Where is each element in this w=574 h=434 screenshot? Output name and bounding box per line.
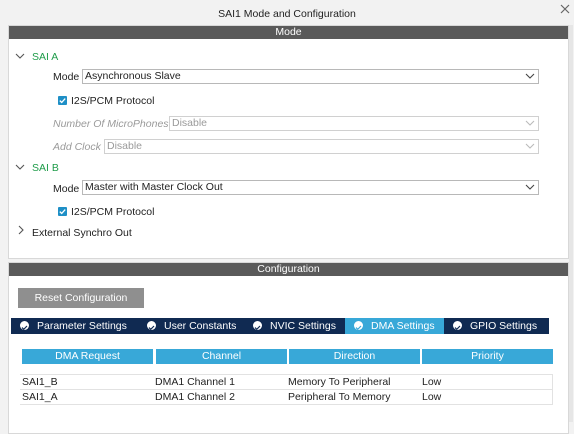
column-header-channel[interactable]: Channel <box>156 349 287 364</box>
close-icon[interactable] <box>560 4 570 14</box>
cell-channel: DMA1 Channel 2 <box>155 391 235 403</box>
chevron-down-icon <box>525 184 535 190</box>
tab-label: Parameter Settings <box>37 320 127 332</box>
sai-b-label[interactable]: SAI B <box>32 162 59 174</box>
column-header-priority[interactable]: Priority <box>422 349 553 364</box>
cell-direction: Peripheral To Memory <box>288 391 391 403</box>
sai-a-mode-label: Mode <box>53 71 80 83</box>
sai-a-label[interactable]: SAI A <box>32 51 58 63</box>
table-border-right <box>552 374 553 405</box>
check-circle-icon <box>253 321 262 331</box>
scrollbar[interactable] <box>569 25 573 422</box>
reset-configuration-button[interactable]: Reset Configuration <box>18 288 144 308</box>
check-circle-icon <box>20 321 29 331</box>
chevron-down-icon[interactable] <box>15 51 25 61</box>
sai-b-mode-select[interactable]: Master with Master Clock Out <box>82 180 539 195</box>
sai-a-mics-select[interactable]: Disable <box>169 116 539 131</box>
chevron-down-icon <box>525 120 535 126</box>
chevron-down-icon <box>525 73 535 79</box>
table-row[interactable]: SAI1_A DMA1 Channel 2 Peripheral To Memo… <box>20 390 553 404</box>
sai-b-i2s-checkbox[interactable] <box>58 207 67 216</box>
mode-header: Mode <box>9 26 568 39</box>
tab-dma-settings[interactable]: DMA Settings <box>345 318 444 334</box>
tab-label: DMA Settings <box>371 320 435 332</box>
check-circle-icon <box>453 321 462 331</box>
table-divider <box>20 404 553 405</box>
cell-dma-request: SAI1_A <box>22 391 58 403</box>
tab-label: GPIO Settings <box>470 320 538 332</box>
cell-dma-request: SAI1_B <box>22 376 58 388</box>
sai-a-i2s-label: I2S/PCM Protocol <box>71 95 155 107</box>
tab-gpio-settings[interactable]: GPIO Settings <box>444 318 549 334</box>
table-row[interactable]: SAI1_B DMA1 Channel 1 Memory To Peripher… <box>20 375 553 389</box>
sai-a-i2s-checkbox[interactable] <box>58 96 67 105</box>
tab-label: NVIC Settings <box>270 320 336 332</box>
column-header-direction[interactable]: Direction <box>289 349 420 364</box>
tab-nvic-settings[interactable]: NVIC Settings <box>244 318 345 334</box>
sai-a-mode-value: Asynchronous Slave <box>85 70 181 82</box>
sai-a-mics-value: Disable <box>172 117 208 129</box>
sai-a-clock-label: Add Clock <box>53 141 101 153</box>
tab-parameter-settings[interactable]: Parameter Settings <box>11 318 138 334</box>
mode-panel: Mode SAI A Mode Asynchronous Slave I2S/P… <box>8 25 569 259</box>
sai-a-clock-select[interactable]: Disable <box>104 139 539 154</box>
cell-priority: Low <box>422 391 442 403</box>
ext-sync-label[interactable]: External Synchro Out <box>32 227 132 239</box>
tab-user-constants[interactable]: User Constants <box>138 318 244 334</box>
sai-b-mode-value: Master with Master Clock Out <box>85 181 223 193</box>
check-circle-icon <box>147 321 156 331</box>
cell-direction: Memory To Peripheral <box>288 376 391 388</box>
configuration-header: Configuration <box>9 263 568 276</box>
sai-a-mics-label: Number Of MicroPhones <box>53 118 169 130</box>
sai-b-mode-label: Mode <box>53 183 80 195</box>
tab-label: User Constants <box>164 320 237 332</box>
sai-b-i2s-label: I2S/PCM Protocol <box>71 206 155 218</box>
window-title: SAI1 Mode and Configuration <box>218 8 356 20</box>
configuration-panel: Configuration Reset Configuration Parame… <box>8 262 569 434</box>
cell-priority: Low <box>422 376 442 388</box>
sai-a-mode-select[interactable]: Asynchronous Slave <box>82 69 539 84</box>
cell-channel: DMA1 Channel 1 <box>155 376 235 388</box>
sai-a-clock-value: Disable <box>107 140 143 152</box>
column-header-dma-request[interactable]: DMA Request <box>22 349 153 364</box>
check-circle-icon <box>354 321 363 331</box>
dma-table: DMA Request Channel Direction Priority S… <box>20 348 553 408</box>
chevron-down-icon[interactable] <box>15 162 25 172</box>
chevron-right-icon[interactable] <box>17 225 27 235</box>
chevron-down-icon <box>525 143 535 149</box>
